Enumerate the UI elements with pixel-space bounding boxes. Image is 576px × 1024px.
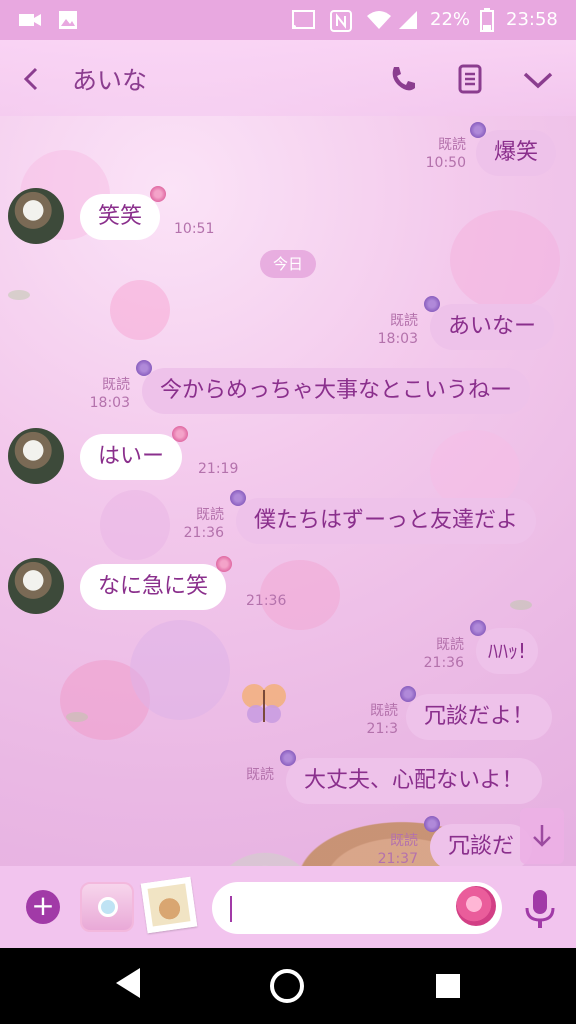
- home-nav-icon[interactable]: [268, 967, 306, 1005]
- rose-icon: [470, 122, 486, 138]
- status-bar: 22% 23:58: [0, 0, 576, 40]
- rose-icon: [424, 816, 440, 832]
- phone-icon[interactable]: [388, 64, 418, 94]
- chat-header: あいな: [0, 40, 576, 116]
- message-text: ﾊﾊｯ!: [488, 639, 527, 663]
- rose-icon: [280, 750, 296, 766]
- message-bubble-in[interactable]: なに急に笑: [80, 556, 233, 610]
- cast-icon: [292, 10, 315, 29]
- avatar[interactable]: [8, 188, 64, 244]
- image-icon: [59, 11, 77, 29]
- message-text: 今からめっちゃ大事なとこいうねー: [160, 378, 513, 403]
- read-receipt: 既読: [390, 833, 418, 849]
- rose-icon: [424, 296, 440, 312]
- message-bubble-out[interactable]: 大丈夫、心配ないよ！: [280, 750, 542, 804]
- message-bubble-out[interactable]: あいなー: [424, 296, 555, 350]
- chat-title: あいな: [72, 66, 148, 95]
- message-bubble-in[interactable]: はいー: [80, 426, 189, 480]
- read-receipt: 既読: [246, 767, 274, 783]
- photo-button[interactable]: [140, 876, 198, 934]
- message-text: 大丈夫、心配ないよ！: [304, 768, 524, 793]
- message-text: なに急に笑: [98, 574, 209, 599]
- message-bubble-out[interactable]: 今からめっちゃ大事なとこいうねー: [136, 360, 531, 414]
- camera-icon: [98, 897, 118, 917]
- message-meta: 既読 10:50: [404, 136, 466, 172]
- message-list[interactable]: 爆笑 既読 10:50 笑笑 10:51 今日 あいなー 既読 18:03 今か…: [0, 116, 576, 948]
- date-divider: 今日: [260, 250, 316, 278]
- message-bubble-out[interactable]: 爆笑: [470, 122, 557, 176]
- message-bubble-in[interactable]: 笑笑: [80, 186, 167, 240]
- read-receipt: 既読: [102, 377, 130, 393]
- text-caret: [230, 896, 232, 922]
- rose-icon: [216, 556, 233, 572]
- message-bubble-out[interactable]: 冗談だよ！: [400, 686, 553, 740]
- plus-button[interactable]: +: [26, 890, 60, 924]
- message-text: あいなー: [448, 314, 537, 339]
- message-meta: 既読 21:36: [402, 636, 464, 672]
- rose-icon: [230, 490, 246, 506]
- chat-screen: 22% 23:58 あいな 爆笑 既読 10:50 笑笑 10:51 今日 あい…: [0, 0, 576, 948]
- back-icon[interactable]: [20, 66, 42, 92]
- read-receipt: 既読: [370, 703, 398, 719]
- avatar[interactable]: [8, 428, 64, 484]
- message-text: 僕たちはずーっと友達だよ: [254, 508, 519, 533]
- mic-icon[interactable]: [522, 888, 558, 930]
- message-text: 冗談だよ！: [424, 704, 535, 729]
- photo-icon: [147, 883, 191, 927]
- battery-percent: 22%: [430, 9, 471, 30]
- back-nav-icon[interactable]: [114, 966, 144, 1000]
- message-bubble-out[interactable]: 冗談だ: [424, 816, 533, 870]
- chevron-down-icon[interactable]: [522, 70, 554, 90]
- input-bar: +: [0, 866, 576, 948]
- read-receipt: 既読: [196, 507, 224, 523]
- message-meta: 既読: [212, 766, 274, 784]
- message-time: 21:36: [183, 525, 224, 541]
- scroll-down-icon: [533, 825, 551, 847]
- message-time: 21:19: [198, 461, 239, 477]
- video-icon: [19, 14, 41, 26]
- message-meta: 既読 18:03: [70, 376, 130, 412]
- message-text: 爆笑: [494, 140, 539, 165]
- read-receipt: 既読: [436, 637, 464, 653]
- message-time: 21:36: [246, 593, 287, 609]
- rose-icon: [172, 426, 189, 442]
- rose-icon: [136, 360, 152, 376]
- system-nav-bar: [0, 948, 576, 1024]
- message-time: 21:36: [423, 655, 464, 671]
- signal-icon: [399, 11, 417, 29]
- butterfly-icon: [242, 684, 286, 723]
- scroll-down-button[interactable]: [520, 808, 564, 864]
- wifi-icon: [367, 11, 391, 29]
- recents-nav-icon[interactable]: [434, 972, 462, 1000]
- message-text: 冗談だ: [448, 834, 515, 859]
- message-meta: 既読 18:03: [356, 312, 418, 348]
- message-time: 21:3: [366, 721, 398, 737]
- plus-icon: +: [31, 889, 55, 922]
- message-time: 18:03: [89, 395, 130, 411]
- rose-icon: [470, 620, 486, 636]
- avatar[interactable]: [8, 558, 64, 614]
- sticker-icon[interactable]: [456, 886, 496, 926]
- message-meta: 既読 21:37: [356, 832, 418, 868]
- message-time: 10:50: [425, 155, 466, 171]
- rose-icon: [400, 686, 416, 702]
- message-meta: 既読 21:36: [162, 506, 224, 542]
- read-receipt: 既読: [390, 313, 418, 329]
- message-bubble-out[interactable]: ﾊﾊｯ!: [470, 620, 539, 674]
- message-text: はいー: [98, 444, 165, 469]
- read-receipt: 既読: [438, 137, 466, 153]
- message-meta: 既読 21:3: [336, 702, 398, 738]
- message-time: 10:51: [174, 221, 215, 237]
- camera-button[interactable]: [80, 882, 134, 932]
- clock: 23:58: [506, 9, 558, 30]
- menu-icon[interactable]: [458, 64, 482, 94]
- battery-icon: [480, 8, 494, 32]
- message-text: 笑笑: [98, 204, 143, 229]
- nfc-icon: [330, 10, 352, 32]
- message-time: 18:03: [377, 331, 418, 347]
- rose-icon: [150, 186, 167, 202]
- message-bubble-out[interactable]: 僕たちはずーっと友達だよ: [230, 490, 537, 544]
